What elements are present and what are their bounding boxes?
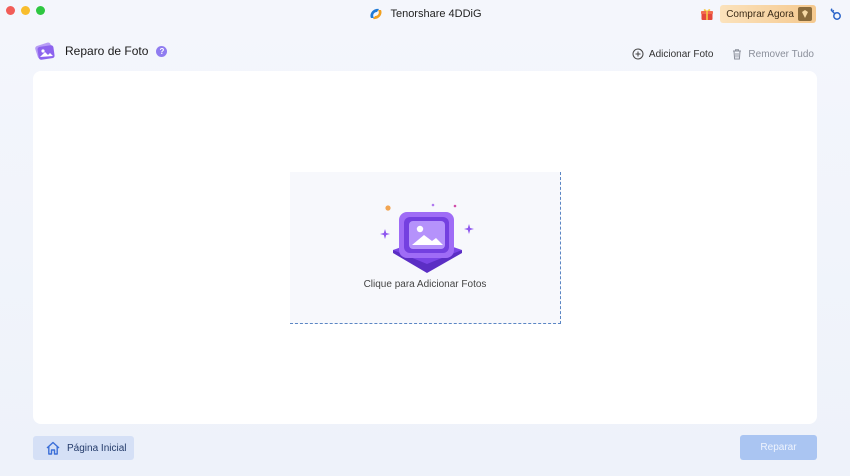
- add-photo-button[interactable]: Adicionar Foto: [632, 48, 713, 60]
- buy-now-label: Comprar Agora: [726, 8, 794, 20]
- app-title-text: Tenorshare 4DDiG: [390, 8, 482, 20]
- title-right-tools: Comprar Agora: [700, 5, 842, 23]
- title-bar: Tenorshare 4DDiG Comprar Agora: [0, 0, 850, 28]
- key-icon[interactable]: [828, 7, 842, 21]
- diamond-icon: [798, 7, 812, 21]
- home-icon: [46, 441, 60, 455]
- minimize-window-button[interactable]: [21, 6, 30, 15]
- main-panel: Clique para Adicionar Fotos: [33, 71, 817, 424]
- photo-dropzone[interactable]: Clique para Adicionar Fotos: [290, 172, 561, 324]
- remove-all-button[interactable]: Remover Tudo: [731, 48, 814, 60]
- app-title: Tenorshare 4DDiG: [368, 6, 482, 22]
- trash-icon: [733, 49, 742, 60]
- help-icon[interactable]: ?: [156, 45, 168, 57]
- photo-repair-icon: [35, 42, 55, 60]
- window-controls: [6, 6, 45, 15]
- add-photo-label: Adicionar Foto: [648, 48, 714, 60]
- add-photo-illustration-icon: [380, 203, 474, 273]
- app-logo-icon: [370, 8, 382, 20]
- home-label: Página Inicial: [67, 442, 127, 454]
- page-title: Reparo de Foto: [65, 44, 149, 58]
- page-header: Reparo de Foto ?: [33, 40, 168, 62]
- close-window-button[interactable]: [6, 6, 15, 15]
- zoom-window-button[interactable]: [36, 6, 45, 15]
- add-circle-icon: [632, 48, 644, 60]
- remove-all-label: Remover Tudo: [748, 48, 814, 60]
- buy-now-button[interactable]: Comprar Agora: [720, 5, 816, 23]
- gift-icon[interactable]: [700, 7, 714, 21]
- repair-button[interactable]: Reparar: [740, 435, 817, 460]
- home-button[interactable]: Página Inicial: [33, 436, 134, 460]
- header-actions: Adicionar Foto Remover Tudo: [632, 48, 814, 60]
- app-window: Tenorshare 4DDiG Comprar Agora Reparo de…: [0, 0, 850, 476]
- dropzone-label: Clique para Adicionar Fotos: [363, 279, 487, 290]
